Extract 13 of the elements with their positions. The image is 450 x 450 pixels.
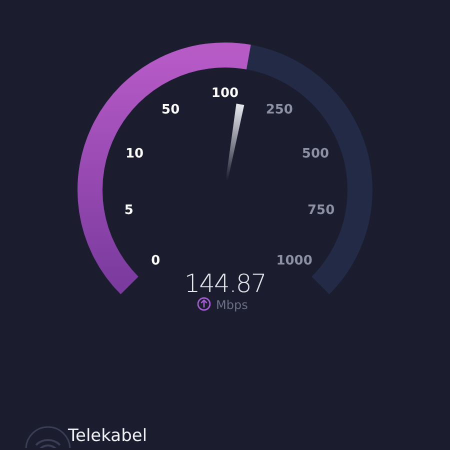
unit-label: Mbps [216, 298, 248, 312]
tick-label: 500 [302, 146, 330, 162]
tick-label: 750 [308, 203, 335, 218]
tick-label: 50 [162, 102, 180, 118]
tick-label: 5 [124, 203, 134, 218]
network-name: Telekabel [68, 426, 148, 446]
tick-label: 1000 [276, 253, 312, 268]
tick-label: 10 [125, 146, 144, 162]
tick-label: 100 [211, 86, 239, 101]
upload-icon [197, 297, 211, 311]
tick-label: 0 [151, 253, 160, 268]
speed-value: 144.87 [184, 269, 266, 298]
tick-label: 250 [266, 102, 293, 118]
